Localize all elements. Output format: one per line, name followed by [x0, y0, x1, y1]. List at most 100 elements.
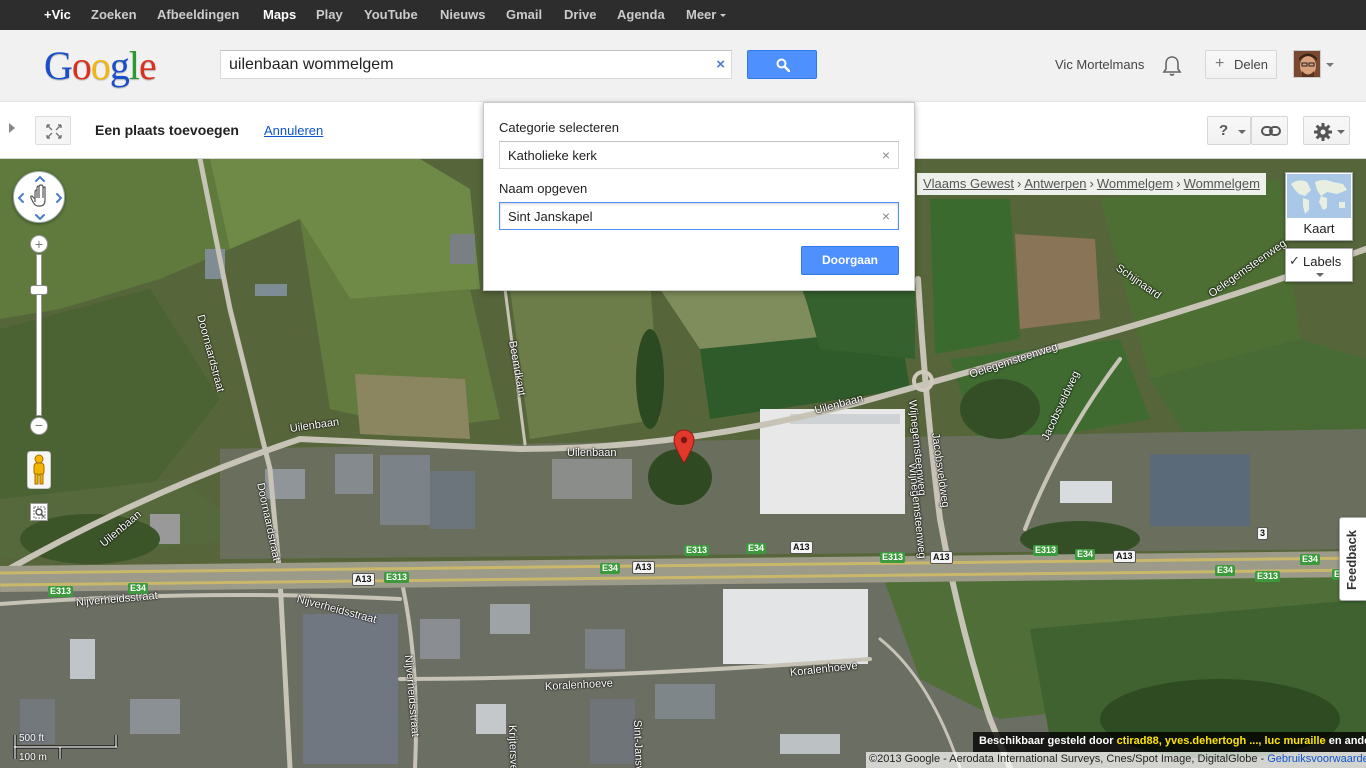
clear-search-icon[interactable]: ×: [716, 56, 725, 73]
topbar-item-play[interactable]: Play: [316, 7, 343, 22]
logo-letter: e: [139, 43, 157, 88]
highway-shield: E34: [1215, 565, 1236, 576]
chevron-down-icon: [1316, 273, 1324, 277]
highway-shield: A13: [1113, 550, 1136, 563]
chevron-down-icon: [1238, 130, 1246, 134]
scale-label-meters: 100 m: [19, 752, 47, 763]
labels-toggle[interactable]: ✓ Labels: [1285, 248, 1353, 282]
street-view-pegman[interactable]: [26, 450, 52, 490]
breadcrumb-item-wommelgem-city[interactable]: Wommelgem: [1184, 176, 1260, 191]
notifications-button[interactable]: [1162, 55, 1182, 80]
world-map-icon: [1287, 174, 1351, 218]
name-label: Naam opgeven: [499, 181, 588, 196]
highway-shield: A13: [930, 551, 953, 564]
clear-category-icon[interactable]: ×: [882, 147, 890, 163]
feedback-button[interactable]: Feedback: [1339, 517, 1366, 601]
contrib-suffix: en anderen: [1328, 735, 1366, 747]
zoom-in-button[interactable]: +: [30, 235, 48, 253]
plus-icon: +: [1215, 55, 1225, 72]
chevron-down-icon: [1337, 130, 1345, 134]
link-button[interactable]: [1251, 116, 1288, 145]
user-name[interactable]: Vic Mortelmans: [1055, 57, 1144, 72]
bell-icon: [1162, 56, 1182, 76]
topbar-item-meer[interactable]: Meer: [686, 7, 727, 22]
topbar-item-drive[interactable]: Drive: [564, 7, 597, 22]
zoom-area-button[interactable]: [30, 503, 48, 521]
google-top-bar: +Vic Zoeken Afbeeldingen Maps Play YouTu…: [0, 0, 1366, 30]
place-marker[interactable]: [673, 429, 695, 468]
zoom-out-button[interactable]: −: [30, 417, 48, 435]
share-button[interactable]: + Delen: [1205, 50, 1277, 79]
avatar-image: [1294, 51, 1320, 77]
chevron-down-icon[interactable]: [1326, 63, 1334, 67]
fullscreen-button[interactable]: [35, 116, 71, 145]
logo-letter: g: [109, 43, 130, 88]
highway-shield: E313: [684, 545, 710, 556]
avatar[interactable]: [1293, 50, 1321, 78]
search-button[interactable]: [747, 50, 817, 79]
map-type-kaart-button[interactable]: Kaart: [1285, 172, 1353, 241]
copyright-notice: ©2013 Google - Aerodata International Su…: [866, 752, 1366, 768]
highway-shield: E34: [128, 583, 149, 594]
topbar-item-youtube[interactable]: YouTube: [364, 7, 418, 22]
expand-icon: [46, 124, 62, 139]
cancel-link[interactable]: Annuleren: [264, 123, 323, 138]
highway-shield: E313: [384, 572, 410, 583]
magnifier-icon: [33, 506, 46, 519]
category-input[interactable]: [500, 142, 870, 168]
gear-icon: [1314, 123, 1332, 141]
meer-label: Meer: [686, 7, 717, 22]
zoom-slider-track[interactable]: [36, 254, 42, 416]
highway-shield: E313: [1033, 545, 1059, 556]
topbar-item-plus-vic[interactable]: +Vic: [44, 7, 71, 22]
breadcrumb-separator: ›: [1017, 176, 1022, 191]
search-input[interactable]: [221, 51, 701, 78]
panel-toggle-arrow-icon[interactable]: [9, 123, 15, 133]
topbar-item-nieuws[interactable]: Nieuws: [440, 7, 486, 22]
street-label: Sint-Jansv: [631, 719, 645, 768]
pan-icon: [17, 175, 63, 221]
add-place-title: Een plaats toevoegen: [95, 122, 239, 138]
check-icon: ✓: [1289, 253, 1300, 268]
highway-shield: A13: [632, 561, 655, 574]
search-box: ×: [220, 50, 732, 79]
highway-shield: 3: [1257, 527, 1269, 540]
help-button[interactable]: ?: [1207, 116, 1251, 145]
topbar-item-afbeeldingen[interactable]: Afbeeldingen: [157, 7, 239, 22]
link-icon: [1261, 126, 1281, 136]
logo-letter: G: [44, 43, 73, 88]
topbar-item-agenda[interactable]: Agenda: [617, 7, 665, 22]
contrib-users[interactable]: ctirad88, yves.dehertogh ..., luc murail…: [1117, 735, 1326, 747]
scale-label-feet: 500 ft: [19, 733, 45, 744]
map-type-label: Kaart: [1303, 221, 1335, 236]
topbar-item-gmail[interactable]: Gmail: [506, 7, 542, 22]
topbar-item-zoeken[interactable]: Zoeken: [91, 7, 137, 22]
zoom-slider-handle[interactable]: [30, 285, 48, 295]
logo-letter: o: [90, 43, 111, 88]
highway-shield: E34: [1300, 554, 1321, 565]
name-field: ×: [499, 202, 899, 230]
breadcrumb-item-wommelgem[interactable]: Wommelgem: [1097, 176, 1173, 191]
google-logo[interactable]: Google: [44, 43, 157, 88]
help-icon: ?: [1219, 122, 1229, 139]
contributors-notice: Beschikbaar gesteld door ctirad88, yves.…: [973, 732, 1366, 752]
breadcrumb-separator: ›: [1089, 176, 1094, 191]
feedback-label: Feedback: [1344, 530, 1359, 590]
breadcrumb-item-vlaams-gewest[interactable]: Vlaams Gewest: [923, 176, 1014, 191]
breadcrumb-item-antwerpen[interactable]: Antwerpen: [1024, 176, 1086, 191]
highway-shield: E313: [1255, 571, 1281, 582]
topbar-item-maps[interactable]: Maps: [263, 7, 296, 22]
terms-link[interactable]: Gebruiksvoorwaarden: [1267, 753, 1366, 765]
clear-name-icon[interactable]: ×: [882, 208, 890, 224]
settings-button[interactable]: [1303, 116, 1350, 145]
highway-shield: E34: [1075, 549, 1096, 560]
highway-shield: A13: [790, 541, 813, 554]
world-map-thumbnail: [1287, 174, 1351, 218]
highway-shield: E34: [600, 563, 621, 574]
continue-button[interactable]: Doorgaan: [801, 246, 899, 275]
share-label: Delen: [1234, 57, 1268, 72]
pan-control[interactable]: [13, 171, 65, 223]
chevron-down-icon: [720, 14, 727, 18]
name-input[interactable]: [500, 203, 870, 229]
category-label: Categorie selecteren: [499, 120, 619, 135]
